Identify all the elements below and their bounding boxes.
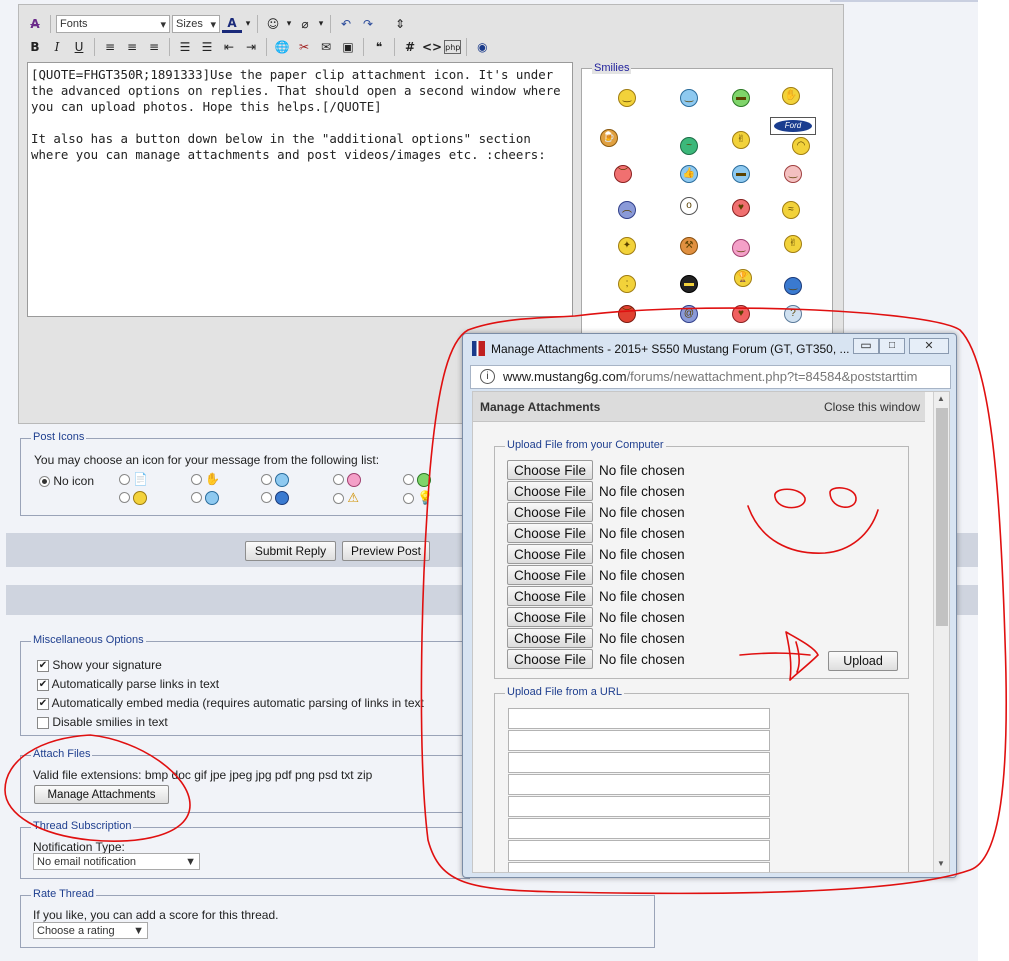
- annotation-smiley-right-eye: [829, 487, 857, 508]
- annotation-circle-attach: [4, 734, 191, 843]
- annotation-arrow-head: [785, 631, 819, 681]
- annotation-smiley-left-eye: [774, 488, 806, 509]
- annotation-circle-popup: [420, 307, 1007, 895]
- annotation-smiley-mouth: [747, 505, 879, 554]
- annotation-layer: [4, 307, 1007, 895]
